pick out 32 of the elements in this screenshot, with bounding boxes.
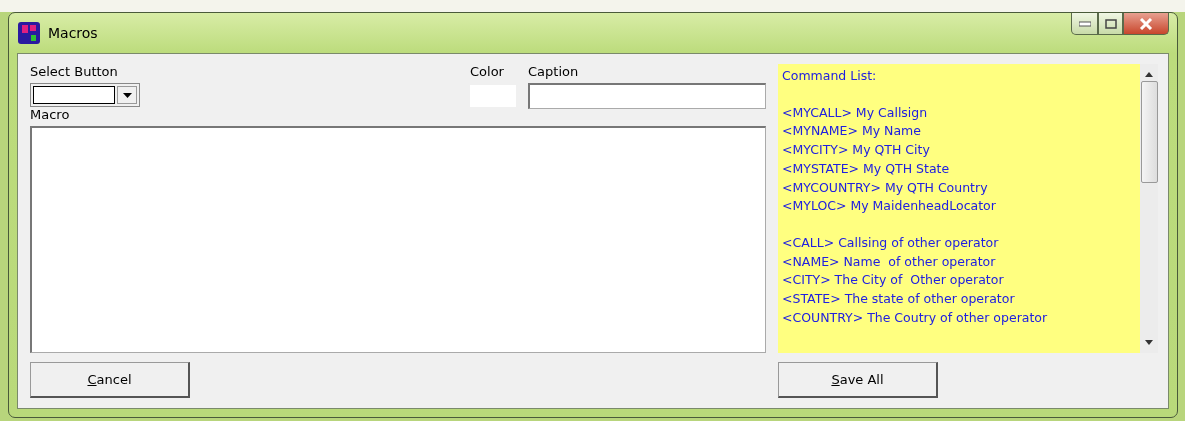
select-button-dropdown[interactable] [30, 83, 140, 107]
maximize-button[interactable] [1098, 13, 1123, 35]
command-entry: <CITY> The City of Other operator [782, 271, 1005, 290]
scroll-up-icon[interactable] [1145, 72, 1153, 77]
command-list-title: Command List: [782, 67, 878, 85]
command-entry: <MYCALL> My Callsign [782, 103, 929, 122]
cancel-button[interactable]: Cancel [30, 362, 190, 398]
field-label: Select Button [30, 64, 119, 80]
command-entry: <MYCOUNTRY> My QTH Country [782, 178, 989, 197]
save-all-button[interactable]: Save All [778, 362, 938, 398]
caret-icon [122, 92, 132, 98]
caption-input[interactable] [528, 83, 766, 109]
command-entry: <STATE> The state of other operator [782, 290, 1016, 309]
command-entry: <NAME> Name of other operator [782, 252, 997, 271]
command-entry: <MYSTATE> My QTH State [782, 159, 951, 178]
field-label: Color [470, 64, 505, 80]
scroll-down-icon[interactable] [1145, 340, 1153, 345]
command-entry: <MYNAME> My Name [782, 122, 922, 141]
close-icon [1139, 17, 1153, 30]
command-entry: <MYCITY> My QTH City [782, 141, 931, 160]
command-entry: <MYLOC> My MaidenheadLocator [782, 197, 997, 216]
command-entry: <COUNTRY> The Coutry of other operator [782, 308, 1049, 327]
minimize-button[interactable] [1071, 13, 1098, 35]
vertical-scrollbar[interactable] [1140, 64, 1158, 353]
maximize-icon [1104, 18, 1117, 29]
minimize-icon [1078, 20, 1091, 27]
close-button[interactable] [1123, 13, 1169, 35]
command-entry: <CALL> Callsing of other operator [782, 233, 1000, 252]
field-label: Caption [528, 64, 580, 80]
window-title: Macros [48, 25, 98, 41]
field-label: Macro [30, 107, 71, 123]
app-icon [18, 22, 40, 44]
